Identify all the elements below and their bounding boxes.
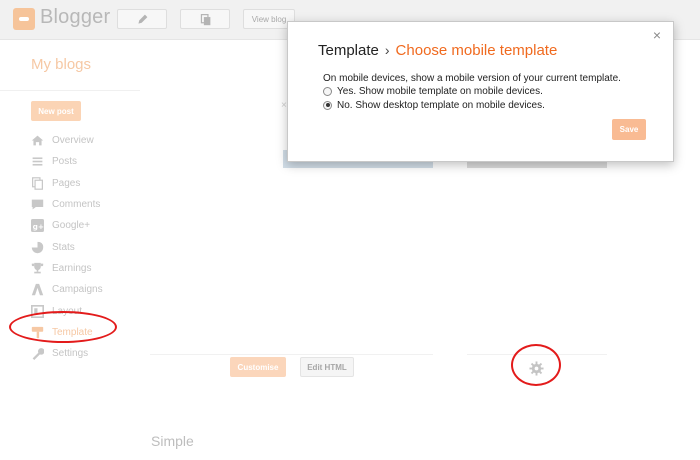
radio-no[interactable] — [323, 100, 332, 110]
mobile-template-dialog: × Template › Choose mobile template On mob… — [287, 21, 674, 162]
dialog-title: Template › Choose mobile template — [318, 42, 557, 59]
edit-html-button[interactable]: Edit HTML — [300, 357, 354, 377]
mobile-option-yes[interactable]: Yes. Show mobile template on mobile devi… — [323, 85, 543, 97]
mobile-option-no[interactable]: No. Show desktop template on mobile devi… — [323, 99, 545, 111]
documents-icon — [200, 13, 210, 25]
dialog-subtitle: Choose mobile template — [395, 42, 558, 59]
close-icon[interactable]: × — [650, 28, 664, 42]
pie-chart-icon — [31, 241, 44, 254]
sidebar-item-posts[interactable]: Posts — [31, 151, 151, 172]
customise-button[interactable]: Customise — [230, 357, 286, 377]
option-label: Yes. Show mobile template on mobile devi… — [337, 85, 543, 97]
posts-icon — [31, 155, 44, 168]
my-blogs-link[interactable]: My blogs — [31, 56, 91, 73]
home-icon — [31, 134, 44, 147]
sidebar-item-label: Posts — [52, 156, 78, 168]
blogger-logo-icon[interactable] — [13, 8, 35, 30]
sidebar-item-label: Campaigns — [52, 284, 103, 296]
sidebar-item-overview[interactable]: Overview — [31, 130, 151, 151]
sidebar-item-label: Google+ — [52, 220, 91, 232]
pages-icon — [31, 176, 44, 190]
sidebar-item-pages[interactable]: Pages — [31, 173, 151, 194]
sidebar-item-label: Layout — [52, 305, 83, 317]
sidebar-item-label: Template — [52, 326, 93, 338]
gear-icon — [528, 360, 544, 376]
breadcrumb-separator: › — [384, 42, 390, 58]
sidebar-divider — [0, 90, 140, 91]
wrench-icon — [31, 347, 44, 361]
sidebar-item-label: Earnings — [52, 262, 92, 274]
new-post-header-button[interactable] — [117, 9, 167, 29]
sidebar-item-label: Comments — [52, 199, 101, 211]
sidebar-item-google-plus[interactable]: g+ Google+ — [31, 215, 151, 236]
template-section-title: Simple — [151, 433, 194, 449]
sidebar-item-label: Settings — [52, 348, 89, 360]
google-plus-icon: g+ — [31, 219, 44, 233]
sidebar-item-earnings[interactable]: Earnings — [31, 258, 151, 279]
mobile-settings-button[interactable] — [527, 359, 545, 377]
radio-yes[interactable] — [323, 86, 332, 96]
template-icon — [31, 326, 44, 339]
sidebar-item-stats[interactable]: Stats — [31, 236, 151, 257]
campaigns-icon — [31, 283, 44, 296]
option-label: No. Show desktop template on mobile devi… — [337, 99, 545, 111]
blogger-logo-text[interactable]: Blogger — [40, 6, 110, 29]
sidebar-item-settings[interactable]: Settings — [31, 343, 151, 364]
sidebar-item-campaigns[interactable]: Campaigns — [31, 279, 151, 300]
dialog-description: On mobile devices, show a mobile version… — [323, 73, 621, 84]
close-hint-glyph: × — [281, 100, 287, 111]
sidebar-item-layout[interactable]: Layout — [31, 300, 151, 321]
svg-text:g+: g+ — [33, 222, 44, 231]
sidebar-item-label: Stats — [52, 241, 75, 253]
new-post-button[interactable]: New post — [31, 101, 81, 121]
layout-icon — [31, 304, 44, 318]
trophy-icon — [31, 262, 44, 275]
save-button[interactable]: Save — [612, 119, 646, 140]
posts-list-header-button[interactable] — [180, 9, 230, 29]
sidebar-item-template[interactable]: Template — [31, 322, 151, 343]
mobile-preview-divider — [467, 354, 607, 355]
pencil-icon — [137, 14, 147, 24]
sidebar-nav: Overview Posts Pages Comments g+ Google+… — [31, 130, 151, 364]
sidebar-item-label: Overview — [52, 135, 94, 147]
live-preview-divider — [150, 354, 433, 355]
sidebar-item-comments[interactable]: Comments — [31, 194, 151, 215]
comment-icon — [31, 198, 44, 211]
dialog-title-breadcrumb: Template — [318, 42, 379, 59]
sidebar-item-label: Pages — [52, 177, 81, 189]
